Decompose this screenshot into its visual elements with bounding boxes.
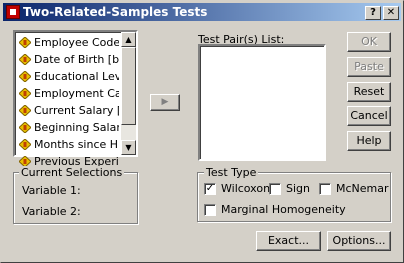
scale-variable-icon	[19, 122, 31, 133]
paste-button[interactable]: Paste	[347, 57, 391, 77]
variable-list-items: Employee Code [id] Date of Birth [bdate] E…	[17, 34, 119, 170]
scale-variable-icon	[19, 139, 31, 150]
variable-item-label: Date of Birth [bdate]	[34, 53, 119, 66]
mcnemar-checkbox[interactable]	[319, 183, 331, 195]
variable-item-label: Employment Catego	[34, 87, 119, 100]
scale-variable-icon	[19, 88, 31, 99]
scrollbar-thumb[interactable]	[121, 47, 136, 125]
reset-button[interactable]: Reset	[347, 82, 391, 102]
options-button[interactable]: Options...	[327, 231, 391, 251]
sign-label[interactable]: Sign	[286, 182, 310, 195]
variable-item-label: Beginning Salary [s	[34, 121, 119, 134]
scroll-down-icon[interactable]: ▼	[121, 140, 136, 155]
wilcoxon-checkbox[interactable]: ✓	[204, 183, 216, 195]
scale-variable-icon	[19, 105, 31, 116]
test-type-title: Test Type	[204, 166, 259, 179]
variable1-label: Variable 1:	[22, 184, 81, 197]
exact-button[interactable]: Exact...	[256, 231, 321, 251]
variable-item[interactable]: Months since Hire [	[17, 136, 119, 153]
wilcoxon-label[interactable]: Wilcoxon	[221, 182, 270, 195]
variable-item[interactable]: Employee Code [id]	[17, 34, 119, 51]
source-variable-list[interactable]: Employee Code [id] Date of Birth [bdate] E…	[13, 30, 138, 168]
help-button[interactable]: Help	[347, 131, 391, 151]
variable-item[interactable]: Current Salary [sala	[17, 102, 119, 119]
dialog-window: Two-Related-Samples Tests ? ✕ Employee C…	[0, 0, 404, 263]
variable-item-label: Months since Hire [	[34, 138, 119, 151]
scale-variable-icon	[19, 37, 31, 48]
variable-item-label: Employee Code [id]	[34, 36, 119, 49]
variable-item[interactable]: Date of Birth [bdate]	[17, 51, 119, 68]
window-title: Two-Related-Samples Tests	[23, 5, 208, 19]
mcnemar-label[interactable]: McNemar	[336, 182, 389, 195]
title-bar[interactable]: Two-Related-Samples Tests ? ✕	[3, 3, 401, 21]
app-icon	[6, 5, 20, 19]
scale-variable-icon	[19, 71, 31, 82]
move-to-pairs-button[interactable]: ▶	[150, 94, 180, 111]
test-pairs-list[interactable]	[198, 44, 326, 161]
variable-item-label: Current Salary [sala	[34, 104, 119, 117]
cancel-button[interactable]: Cancel	[347, 106, 391, 126]
variable-item[interactable]: Employment Catego	[17, 85, 119, 102]
variable-item[interactable]: Beginning Salary [s	[17, 119, 119, 136]
current-selections-title: Current Selections	[19, 166, 125, 179]
variable2-label: Variable 2:	[22, 205, 81, 218]
scroll-up-icon[interactable]: ▲	[121, 32, 136, 47]
scale-variable-icon	[19, 54, 31, 65]
ok-button[interactable]: OK	[347, 32, 391, 52]
help-title-button[interactable]: ?	[365, 6, 381, 20]
sign-checkbox[interactable]	[269, 183, 281, 195]
variable-list-scrollbar[interactable]: ▲ ▼	[121, 32, 136, 155]
close-title-button[interactable]: ✕	[383, 6, 399, 20]
marginal-homogeneity-label[interactable]: Marginal Homogeneity	[221, 203, 346, 216]
marginal-homogeneity-checkbox[interactable]	[204, 204, 216, 216]
variable-item-label: Educational Level (	[34, 70, 119, 83]
variable-item[interactable]: Educational Level (	[17, 68, 119, 85]
